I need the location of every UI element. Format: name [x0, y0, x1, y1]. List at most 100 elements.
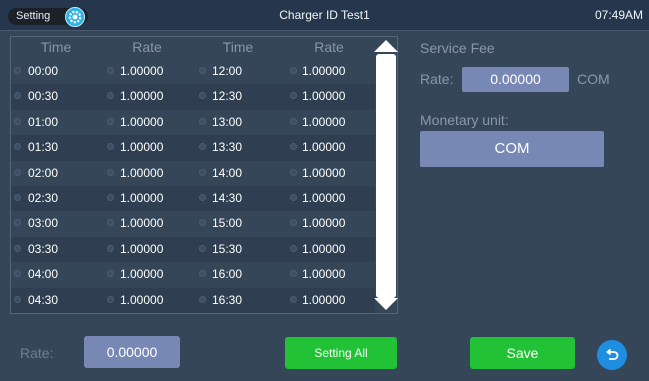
cell-time-left[interactable]: 01:00 — [28, 115, 58, 129]
radio-dot-icon[interactable] — [107, 143, 114, 151]
setting-all-button[interactable]: Setting All — [285, 337, 397, 369]
cell-rate-right[interactable]: 1.00000 — [302, 191, 345, 205]
scroll-up-arrow-icon[interactable] — [374, 40, 398, 52]
table-row[interactable]: 03:30 1.00000 15:30 1.00000 — [11, 236, 375, 263]
cell-rate-right[interactable]: 1.00000 — [302, 293, 345, 307]
cell-time-right[interactable]: 12:00 — [212, 64, 242, 78]
back-arrow-icon[interactable] — [597, 340, 627, 370]
scrollbar-track[interactable] — [376, 54, 396, 298]
radio-dot-icon[interactable] — [199, 270, 206, 278]
radio-dot-icon[interactable] — [199, 244, 206, 252]
cell-time-left[interactable]: 02:30 — [28, 191, 58, 205]
radio-dot-icon[interactable] — [199, 92, 206, 100]
cell-time-right[interactable]: 13:00 — [212, 115, 242, 129]
cell-rate-right[interactable]: 1.00000 — [302, 216, 345, 230]
radio-dot-icon[interactable] — [107, 168, 114, 176]
radio-dot-icon[interactable] — [290, 67, 297, 74]
radio-dot-icon[interactable] — [290, 295, 297, 303]
radio-dot-icon[interactable] — [199, 67, 206, 74]
radio-dot-icon[interactable] — [14, 193, 21, 201]
radio-dot-icon[interactable] — [199, 295, 206, 303]
cell-time-left[interactable]: 04:00 — [28, 267, 58, 281]
cell-rate-right[interactable]: 1.00000 — [302, 267, 345, 281]
table-row[interactable]: 01:30 1.00000 13:30 1.00000 — [11, 135, 375, 161]
radio-dot-icon[interactable] — [290, 193, 297, 201]
cell-time-right[interactable]: 13:30 — [212, 140, 242, 154]
radio-dot-icon[interactable] — [290, 270, 297, 278]
cell-rate-left[interactable]: 1.00000 — [120, 166, 163, 180]
cell-time-left[interactable]: 04:30 — [28, 293, 58, 307]
cell-rate-left[interactable]: 1.00000 — [120, 140, 163, 154]
cell-time-right[interactable]: 16:30 — [212, 293, 242, 307]
cell-time-left[interactable]: 03:30 — [28, 242, 58, 256]
cell-time-left[interactable]: 03:00 — [28, 216, 58, 230]
radio-dot-icon[interactable] — [199, 143, 206, 151]
cell-rate-left[interactable]: 1.00000 — [120, 115, 163, 129]
radio-dot-icon[interactable] — [290, 143, 297, 151]
radio-dot-icon[interactable] — [14, 92, 21, 100]
table-row[interactable]: 04:30 1.00000 16:30 1.00000 — [11, 287, 375, 313]
cell-rate-left[interactable]: 1.00000 — [120, 191, 163, 205]
table-row[interactable]: 01:00 1.00000 13:00 1.00000 — [11, 110, 375, 135]
radio-dot-icon[interactable] — [107, 244, 114, 252]
radio-dot-icon[interactable] — [290, 92, 297, 100]
cell-rate-left[interactable]: 1.00000 — [120, 242, 163, 256]
cell-rate-right[interactable]: 1.00000 — [302, 115, 345, 129]
cell-time-right[interactable]: 14:30 — [212, 191, 242, 205]
radio-dot-icon[interactable] — [290, 244, 297, 252]
service-fee-rate-field[interactable]: 0.00000 — [462, 67, 569, 92]
radio-dot-icon[interactable] — [107, 67, 114, 74]
cell-time-right[interactable]: 12:30 — [212, 89, 242, 103]
radio-dot-icon[interactable] — [14, 244, 21, 252]
radio-dot-icon[interactable] — [14, 67, 21, 74]
cell-time-left[interactable]: 02:00 — [28, 166, 58, 180]
cell-time-left[interactable]: 01:30 — [28, 140, 58, 154]
cell-rate-left[interactable]: 1.00000 — [120, 293, 163, 307]
cell-rate-right[interactable]: 1.00000 — [302, 64, 345, 78]
cell-rate-right[interactable]: 1.00000 — [302, 166, 345, 180]
radio-dot-icon[interactable] — [107, 92, 114, 100]
radio-dot-icon[interactable] — [14, 270, 21, 278]
radio-dot-icon[interactable] — [14, 117, 21, 125]
table-row[interactable]: 00:30 1.00000 12:30 1.00000 — [11, 84, 375, 110]
save-button[interactable]: Save — [470, 337, 575, 369]
radio-dot-icon[interactable] — [14, 295, 21, 303]
radio-dot-icon[interactable] — [107, 295, 114, 303]
radio-dot-icon[interactable] — [107, 117, 114, 125]
cell-time-right[interactable]: 15:30 — [212, 242, 242, 256]
table-row[interactable]: 04:00 1.00000 16:00 1.00000 — [11, 262, 375, 287]
radio-dot-icon[interactable] — [199, 193, 206, 201]
table-row[interactable]: 02:30 1.00000 14:30 1.00000 — [11, 185, 375, 212]
scrollbar[interactable] — [374, 36, 398, 314]
radio-dot-icon[interactable] — [199, 117, 206, 125]
radio-dot-icon[interactable] — [14, 143, 21, 151]
cell-rate-right[interactable]: 1.00000 — [302, 89, 345, 103]
cell-rate-left[interactable]: 1.00000 — [120, 267, 163, 281]
table-row[interactable]: 03:00 1.00000 15:00 1.00000 — [11, 211, 375, 236]
cell-rate-left[interactable]: 1.00000 — [120, 89, 163, 103]
cell-rate-left[interactable]: 1.00000 — [120, 64, 163, 78]
radio-dot-icon[interactable] — [290, 168, 297, 176]
table-row[interactable]: 00:00 1.00000 12:00 1.00000 — [11, 59, 375, 84]
radio-dot-icon[interactable] — [107, 270, 114, 278]
radio-dot-icon[interactable] — [14, 168, 21, 176]
cell-time-right[interactable]: 14:00 — [212, 166, 242, 180]
cell-time-right[interactable]: 15:00 — [212, 216, 242, 230]
cell-rate-right[interactable]: 1.00000 — [302, 140, 345, 154]
bottom-rate-field[interactable]: 0.00000 — [84, 336, 180, 368]
radio-dot-icon[interactable] — [290, 117, 297, 125]
cell-time-left[interactable]: 00:30 — [28, 89, 58, 103]
radio-dot-icon[interactable] — [107, 219, 114, 227]
radio-dot-icon[interactable] — [290, 219, 297, 227]
cell-time-left[interactable]: 00:00 — [28, 64, 58, 78]
cell-time-right[interactable]: 16:00 — [212, 267, 242, 281]
radio-dot-icon[interactable] — [14, 219, 21, 227]
scroll-down-arrow-icon[interactable] — [374, 298, 398, 310]
monetary-unit-field[interactable]: COM — [420, 131, 604, 167]
cell-rate-left[interactable]: 1.00000 — [120, 216, 163, 230]
radio-dot-icon[interactable] — [107, 193, 114, 201]
radio-dot-icon[interactable] — [199, 219, 206, 227]
cell-rate-right[interactable]: 1.00000 — [302, 242, 345, 256]
radio-dot-icon[interactable] — [199, 168, 206, 176]
table-row[interactable]: 02:00 1.00000 14:00 1.00000 — [11, 161, 375, 186]
